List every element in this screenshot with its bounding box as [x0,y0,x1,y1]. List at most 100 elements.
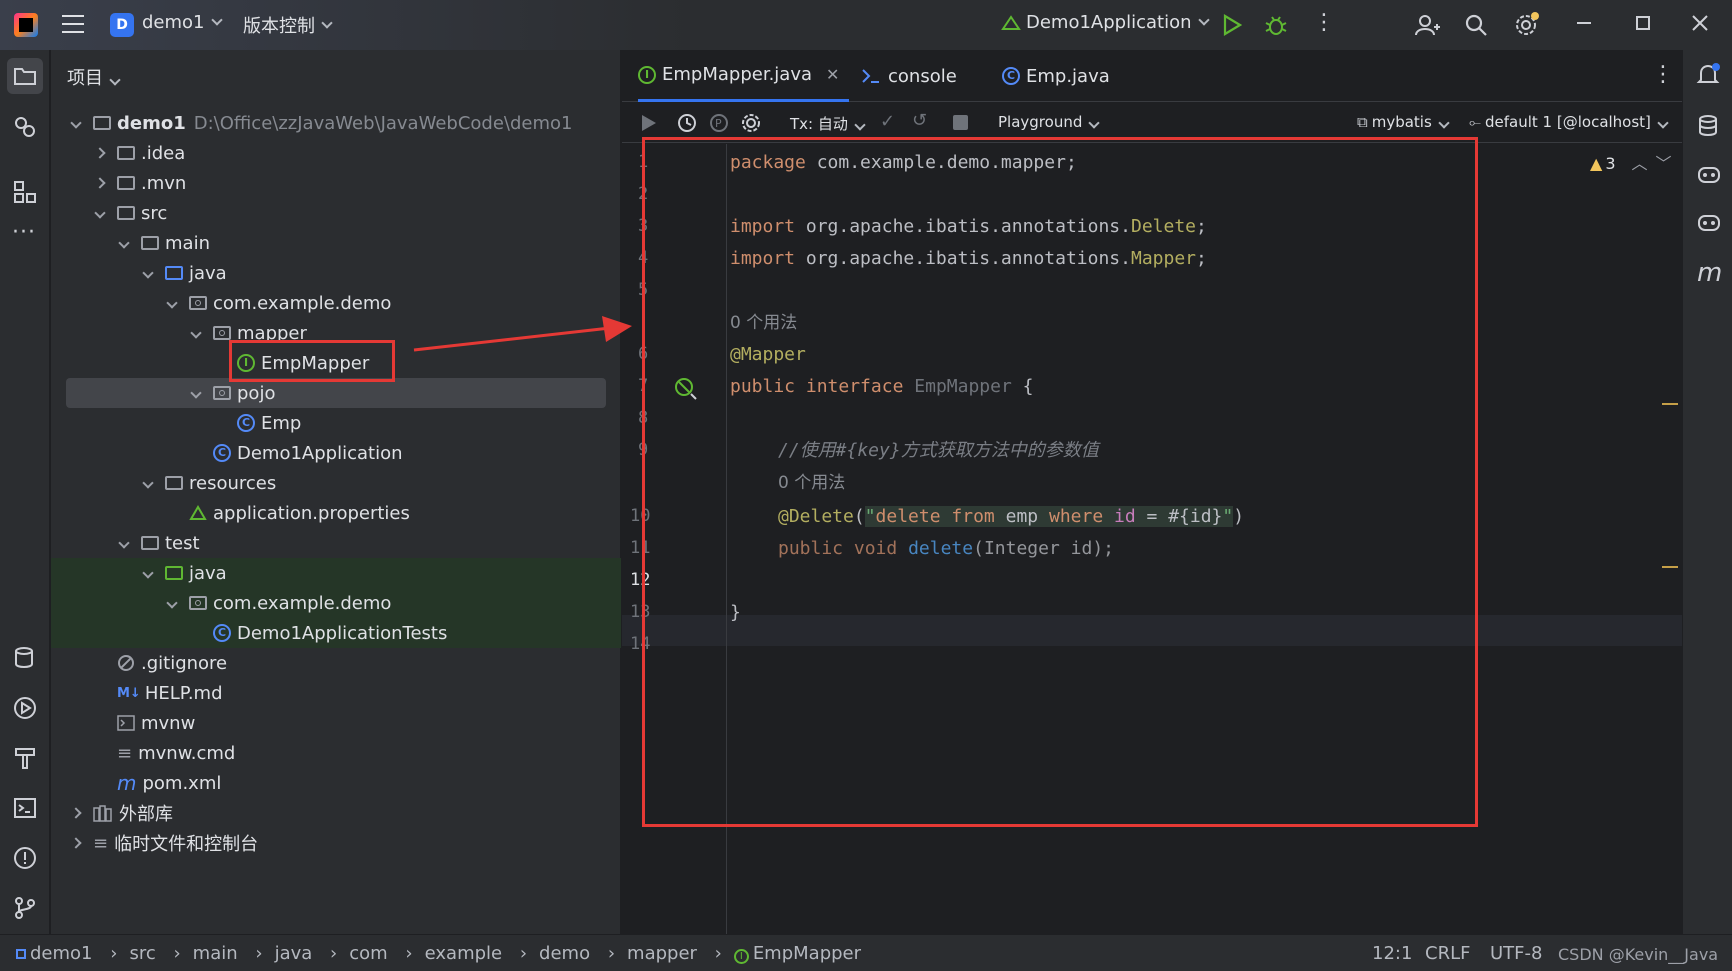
tree-row-mvn[interactable]: .mvn [51,168,621,198]
tree-label: test [165,532,200,554]
problems-icon[interactable] [13,846,37,870]
source-folder-icon [165,266,183,280]
more-actions-icon[interactable]: ⋮ [1313,10,1335,35]
breadcrumb-item[interactable]: com [349,943,387,964]
debug-icon[interactable] [1264,13,1288,37]
tree-row-mvnwcmd[interactable]: ≡ mvnw.cmd [51,738,621,768]
copilot-chat-icon[interactable] [1696,210,1722,236]
project-name: demo1 [142,12,205,33]
folder-icon [117,176,135,190]
tree-row-idea[interactable]: .idea [51,138,621,168]
transaction-mode[interactable]: Tx: 自动 [790,113,866,134]
tree-row-emp[interactable]: C Emp [51,408,621,438]
history-icon[interactable] [676,112,698,134]
caret-position[interactable]: 12:1 [1372,943,1412,964]
class-icon: C [237,414,255,432]
scroll-marker[interactable] [1662,566,1678,568]
commit-check-icon[interactable]: ✓ [880,111,895,132]
tree-row-pojo[interactable]: pojo [66,378,606,408]
settings-gear-icon[interactable] [1514,12,1540,38]
project-panel-title[interactable]: 项目 [67,64,121,90]
git-branch-icon[interactable] [13,896,37,920]
database-icon[interactable] [13,646,37,670]
main-menu-icon[interactable] [62,15,84,33]
tree-row-ext-libs[interactable]: 外部库 [51,798,621,828]
chevron-down-icon [1197,14,1210,26]
tree-row-help[interactable]: M↓ HELP.md [51,678,621,708]
add-user-icon[interactable] [1414,13,1440,37]
folder-icon [141,536,159,550]
search-icon[interactable] [1464,13,1488,37]
project-tool-button[interactable] [7,58,43,94]
tree-row-gitignore[interactable]: .gitignore [51,648,621,678]
tree-row-main[interactable]: main [51,228,621,258]
tree-row-tests[interactable]: C Demo1ApplicationTests [51,618,621,648]
session-label: default 1 [@localhost] [1485,113,1651,131]
chevron-down-icon [1438,117,1450,129]
services-icon[interactable] [13,696,37,720]
tree-row-mvnw[interactable]: mvnw [51,708,621,738]
tree-label: HELP.md [144,682,223,704]
tree-row-pom[interactable]: m pom.xml [51,768,621,798]
run-config-selector[interactable]: Demo1Application [1000,12,1210,33]
tree-row-scratches[interactable]: ≡ 临时文件和控制台 [51,828,621,858]
database-icon[interactable] [1697,114,1721,138]
tree-row-app[interactable]: C Demo1Application [51,438,621,468]
tab-empmapper[interactable]: I EmpMapper.java ✕ [638,50,850,102]
breadcrumb: demo1 › src › main › java › com › example › de… [16,943,861,964]
datasource-selector[interactable]: ⧉ mybatis [1357,113,1450,131]
more-tools-icon[interactable]: ··· [12,220,36,245]
tree-row-props[interactable]: application.properties [51,498,621,528]
breadcrumb-item[interactable]: mapper [627,943,697,964]
maven-icon[interactable]: m [1697,258,1722,288]
breadcrumb-item[interactable]: demo1 [30,943,93,964]
expanded-arrow-icon [94,207,106,219]
notifications-icon[interactable] [1696,62,1722,88]
maximize-icon[interactable] [1636,16,1650,30]
breadcrumb-item[interactable]: demo [539,943,590,964]
structure-icon[interactable] [13,180,37,204]
settings-gear-icon[interactable] [740,112,762,134]
breadcrumb-item[interactable]: java [275,943,313,964]
tree-row-test-package[interactable]: com.example.demo [51,588,621,618]
explain-plan-icon[interactable]: P [708,112,730,134]
playground-selector[interactable]: Playground [998,113,1101,131]
line-separator[interactable]: CRLF [1425,943,1470,964]
tab-emp[interactable]: C Emp.java [1002,50,1110,102]
build-hammer-icon[interactable] [13,746,37,770]
close-icon[interactable] [1692,15,1708,31]
scroll-marker[interactable] [1662,403,1678,405]
tree-row-root[interactable]: demo1 D:\Office\zzJavaWeb\JavaWebCode\de… [51,108,621,138]
terminal-icon[interactable] [13,796,37,820]
project-switcher[interactable]: demo1 [142,12,223,33]
breadcrumb-item[interactable]: src [129,943,155,964]
breadcrumb-item[interactable]: EmpMapper [753,943,861,964]
tree-row-java[interactable]: java [51,258,621,288]
minimize-icon[interactable] [1577,22,1591,24]
breadcrumb-item[interactable]: main [193,943,238,964]
breadcrumb-item[interactable]: example [425,943,502,964]
tree-label: .mvn [141,172,187,194]
annotation-box-empmapper [229,340,395,382]
tab-more-icon[interactable]: ⋮ [1652,62,1674,87]
stop-icon[interactable] [953,115,968,130]
session-selector[interactable]: ⟜ default 1 [@localhost] [1469,113,1669,131]
ide-logo-icon [14,13,38,37]
vcs-menu[interactable]: 版本控制 [243,12,333,38]
close-tab-icon[interactable]: ✕ [826,65,839,84]
run-icon[interactable] [1222,14,1242,36]
file-encoding[interactable]: UTF-8 [1490,943,1542,964]
ignore-file-icon [118,655,134,671]
class-icon: C [213,624,231,642]
tab-console[interactable]: console [860,50,957,102]
rollback-icon[interactable]: ↺ [912,110,927,131]
tree-label: 临时文件和控制台 [114,834,259,855]
tree-row-src[interactable]: src [51,198,621,228]
copilot-icon[interactable] [1696,162,1722,188]
tree-row-test-java[interactable]: java [51,558,621,588]
tree-row-resources[interactable]: resources [51,468,621,498]
commit-icon[interactable] [12,114,38,140]
tree-row-test[interactable]: test [51,528,621,558]
execute-icon[interactable] [640,113,658,133]
annotation-arrow-icon [413,316,632,352]
